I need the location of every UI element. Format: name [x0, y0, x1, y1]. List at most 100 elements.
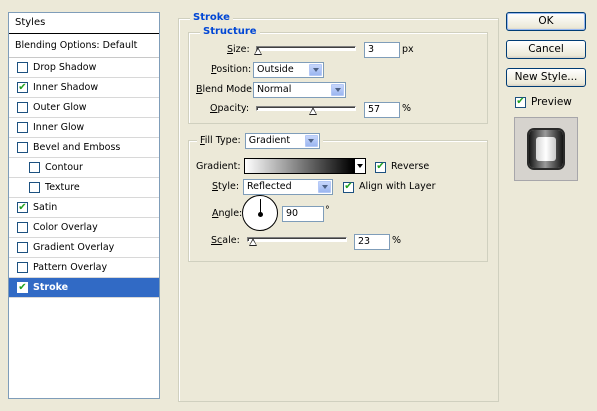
scale-slider-thumb[interactable] — [249, 238, 257, 246]
style-preview-thumbnail — [514, 117, 578, 181]
blend-mode-select-value: Normal — [257, 84, 292, 95]
scale-input[interactable]: 23 — [354, 234, 390, 250]
fill-type-select[interactable]: Gradient — [244, 133, 320, 149]
style-item-label: Satin — [33, 202, 58, 213]
style-item-inner-shadow[interactable]: ✔ Inner Shadow — [9, 78, 159, 98]
opacity-input[interactable]: 57 — [364, 102, 400, 118]
preview-shape — [529, 130, 563, 168]
blend-mode-select[interactable]: Normal — [253, 82, 346, 98]
scale-slider-track[interactable] — [247, 237, 347, 242]
chevron-down-icon[interactable] — [304, 135, 318, 147]
style-item-inner-glow[interactable]: Inner Glow — [9, 118, 159, 138]
style-item-label: Inner Glow — [33, 122, 85, 133]
reverse-checkbox[interactable]: ✔ — [375, 161, 386, 173]
size-unit: px — [402, 44, 414, 55]
fill-type-label: Fill Type: — [200, 135, 241, 146]
style-item-outer-glow[interactable]: Outer Glow — [9, 98, 159, 118]
stroke-group-title: Stroke — [190, 12, 233, 24]
styles-header[interactable]: Styles — [9, 13, 159, 34]
ok-button[interactable]: OK — [506, 12, 586, 31]
chevron-down-icon[interactable] — [318, 181, 331, 193]
position-label: Position: — [211, 64, 252, 75]
gradient-dropdown-button[interactable] — [354, 158, 366, 174]
inner-shadow-checkbox[interactable]: ✔ — [17, 82, 28, 93]
opacity-label: Opacity: — [210, 103, 250, 114]
preview-shape-highlight — [536, 137, 556, 161]
style-item-label: Stroke — [33, 282, 69, 293]
size-slider-track[interactable] — [256, 46, 356, 51]
style-item-label: Outer Glow — [33, 102, 87, 113]
contour-checkbox[interactable] — [29, 162, 40, 173]
reverse-option[interactable]: ✔ Reverse — [375, 160, 429, 174]
gradient-label: Gradient: — [196, 161, 241, 172]
angle-dial-center — [258, 212, 263, 217]
style-item-color-overlay[interactable]: Color Overlay — [9, 218, 159, 238]
opacity-slider-thumb[interactable] — [309, 107, 317, 115]
cancel-button[interactable]: Cancel — [506, 40, 586, 59]
preview-checkbox[interactable]: ✔ — [515, 96, 526, 108]
new-style-button[interactable]: New Style... — [506, 68, 586, 87]
satin-checkbox[interactable]: ✔ — [17, 202, 28, 213]
style-item-label: Pattern Overlay — [33, 262, 108, 273]
style-item-label: Bevel and Emboss — [33, 142, 121, 153]
style-item-label: Texture — [45, 182, 80, 193]
chevron-down-icon — [357, 164, 363, 168]
style-item-pattern-overlay[interactable]: Pattern Overlay — [9, 258, 159, 278]
preview-label: Preview — [531, 96, 572, 108]
color-overlay-checkbox[interactable] — [17, 222, 28, 233]
position-select-value: Outside — [257, 64, 294, 75]
size-label-text: ize: — [233, 44, 250, 55]
style-item-contour[interactable]: Contour — [9, 158, 159, 178]
blend-mode-label: Blend Mode: — [196, 84, 256, 95]
angle-label: Angle: — [212, 208, 243, 219]
style-item-texture[interactable]: Texture — [9, 178, 159, 198]
style-label: Style: — [212, 181, 240, 192]
gradient-style-select-value: Reflected — [247, 181, 292, 192]
structure-group-title: Structure — [200, 26, 260, 38]
outer-glow-checkbox[interactable] — [17, 102, 28, 113]
check-mark-icon: ✔ — [18, 81, 27, 93]
opacity-unit: % — [402, 103, 412, 114]
angle-input[interactable]: 90 — [282, 206, 324, 222]
drop-shadow-checkbox[interactable] — [17, 62, 28, 73]
check-mark-icon: ✔ — [18, 201, 27, 213]
check-mark-icon: ✔ — [516, 96, 525, 107]
texture-checkbox[interactable] — [29, 182, 40, 193]
gradient-style-select[interactable]: Reflected — [243, 179, 333, 195]
pattern-overlay-checkbox[interactable] — [17, 262, 28, 273]
fill-type-select-value: Gradient — [248, 135, 291, 146]
stroke-checkbox[interactable]: ✔ — [17, 282, 28, 293]
check-mark-icon: ✔ — [376, 161, 385, 172]
align-with-layer-label: Align with Layer — [359, 181, 436, 192]
inner-glow-checkbox[interactable] — [17, 122, 28, 133]
size-input[interactable]: 3 — [364, 42, 400, 58]
style-item-label: Inner Shadow — [33, 82, 99, 93]
styles-list-panel: Styles Blending Options: Default Drop Sh… — [8, 12, 160, 399]
angle-unit: ° — [325, 205, 330, 216]
style-item-label: Contour — [45, 162, 83, 173]
reverse-label: Reverse — [391, 161, 430, 172]
style-item-stroke[interactable]: ✔ Stroke — [9, 278, 159, 298]
align-with-layer-option[interactable]: ✔ Align with Layer — [343, 180, 436, 194]
opacity-slider-track[interactable] — [256, 106, 356, 111]
preview-option[interactable]: ✔ Preview — [515, 95, 572, 109]
style-item-label: Drop Shadow — [33, 62, 97, 73]
style-item-gradient-overlay[interactable]: Gradient Overlay — [9, 238, 159, 258]
style-item-satin[interactable]: ✔ Satin — [9, 198, 159, 218]
position-select[interactable]: Outside — [253, 62, 324, 78]
style-item-label: Color Overlay — [33, 222, 98, 233]
chevron-down-icon[interactable] — [331, 84, 344, 96]
size-label: Size: — [227, 44, 250, 55]
chevron-down-icon[interactable] — [309, 64, 322, 76]
gradient-swatch[interactable] — [244, 158, 354, 174]
size-slider-thumb[interactable] — [254, 47, 262, 55]
gradient-overlay-checkbox[interactable] — [17, 242, 28, 253]
align-with-layer-checkbox[interactable]: ✔ — [343, 181, 354, 193]
style-item-bevel-and-emboss[interactable]: Bevel and Emboss — [9, 138, 159, 158]
bevel-and-emboss-checkbox[interactable] — [17, 142, 28, 153]
style-item-drop-shadow[interactable]: Drop Shadow — [9, 58, 159, 78]
check-mark-icon: ✔ — [18, 281, 27, 293]
check-mark-icon: ✔ — [344, 181, 353, 192]
angle-dial[interactable] — [242, 195, 278, 231]
blending-options-item[interactable]: Blending Options: Default — [9, 36, 159, 58]
